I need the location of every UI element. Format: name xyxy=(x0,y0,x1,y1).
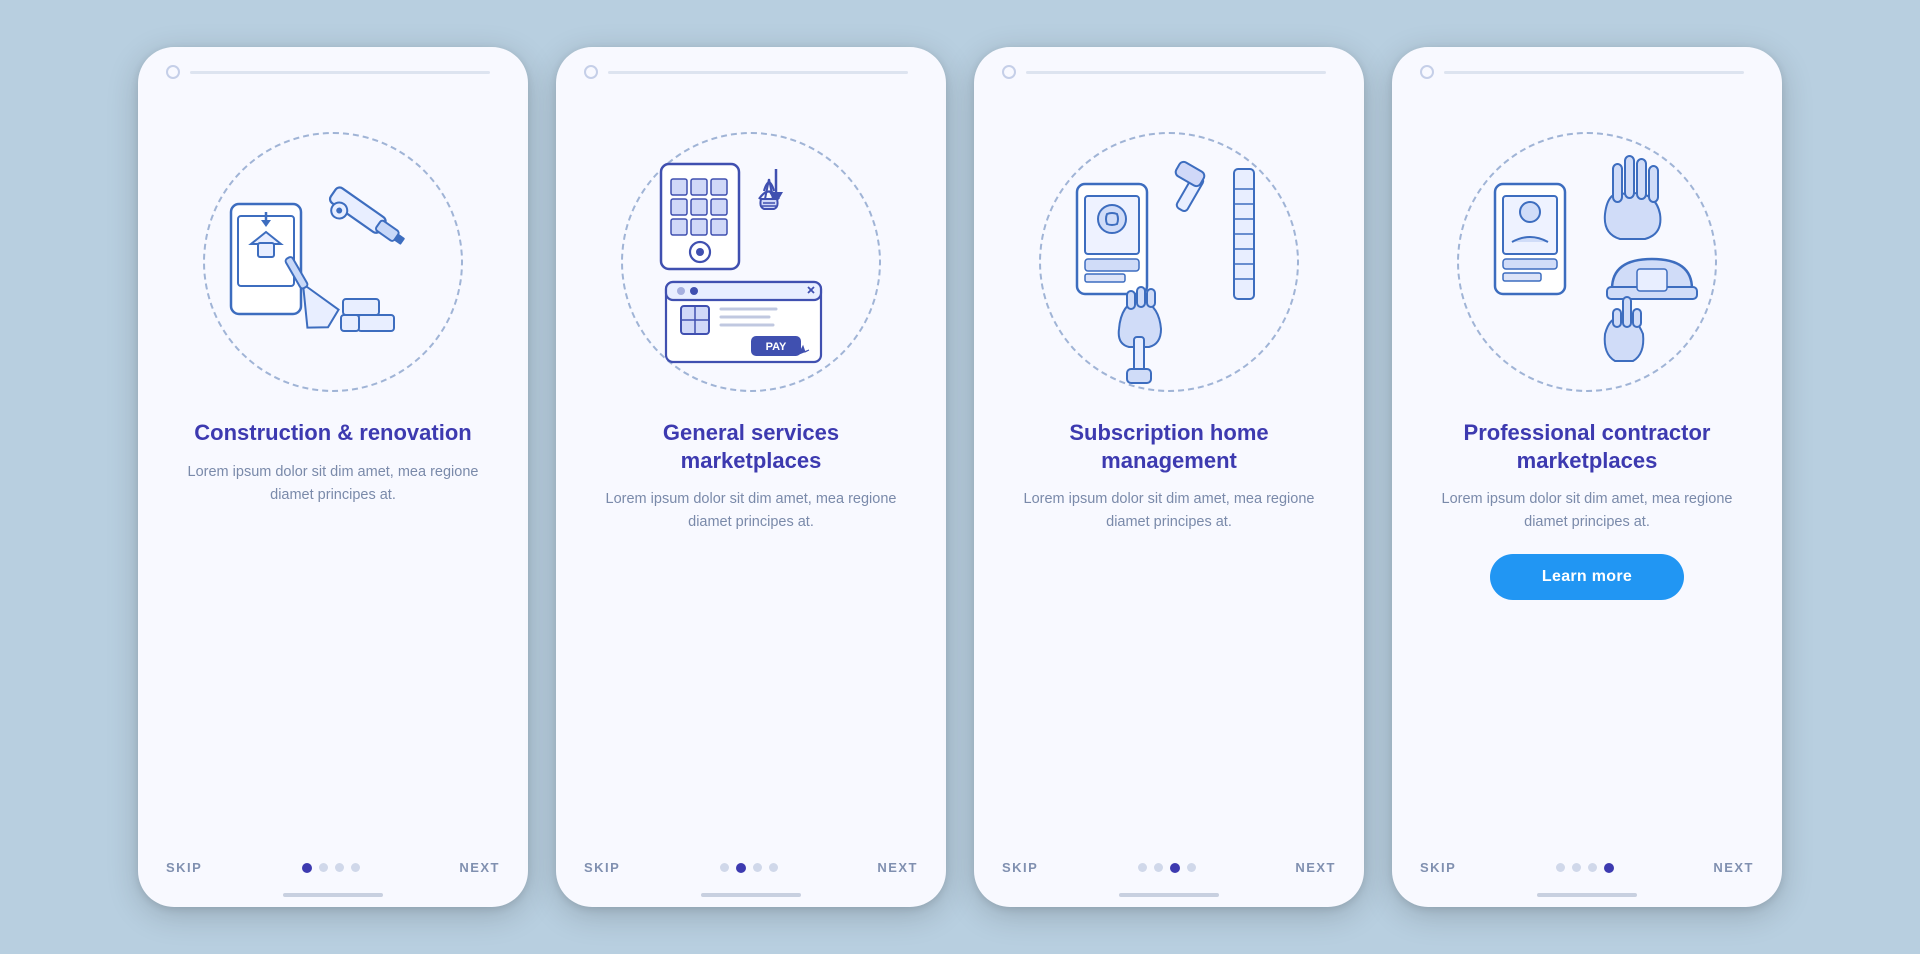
screens-container: Construction & renovation Lorem ipsum do… xyxy=(138,47,1782,907)
construction-icon xyxy=(203,124,463,384)
desc-3: Lorem ipsum dolor sit dim amet, mea regi… xyxy=(1008,488,1330,534)
content-4: Professional contractor marketplaces Lor… xyxy=(1392,409,1782,850)
dot-3-1 xyxy=(1154,863,1163,872)
next-4[interactable]: NEXT xyxy=(1713,860,1754,875)
dots-3 xyxy=(1138,863,1196,873)
desc-2: Lorem ipsum dolor sit dim amet, mea regi… xyxy=(590,488,912,534)
bottom-nav-4: SKIP NEXT xyxy=(1392,850,1782,893)
screen-4: Professional contractor marketplaces Lor… xyxy=(1392,47,1782,907)
content-3: Subscription home management Lorem ipsum… xyxy=(974,409,1364,850)
dot-3-0 xyxy=(1138,863,1147,872)
home-indicator-3 xyxy=(1119,893,1219,897)
learn-more-button[interactable]: Learn more xyxy=(1490,554,1684,600)
marketplace-icon: PAY xyxy=(621,124,881,384)
dot-1-0 xyxy=(302,863,312,873)
dot-2-1 xyxy=(736,863,746,873)
dot-2-2 xyxy=(753,863,762,872)
top-circle-3 xyxy=(1002,65,1016,79)
dot-1-2 xyxy=(335,863,344,872)
desc-1: Lorem ipsum dolor sit dim amet, mea regi… xyxy=(172,461,494,507)
top-bar-2 xyxy=(556,47,946,89)
top-circle-1 xyxy=(166,65,180,79)
illustration-1 xyxy=(138,89,528,409)
dots-1 xyxy=(302,863,360,873)
icon-group-2: PAY xyxy=(621,124,881,384)
dot-2-3 xyxy=(769,863,778,872)
dots-2 xyxy=(720,863,778,873)
skip-2[interactable]: SKIP xyxy=(584,860,620,875)
home-indicator-2 xyxy=(701,893,801,897)
title-1: Construction & renovation xyxy=(194,419,471,447)
title-4: Professional contractor marketplaces xyxy=(1426,419,1748,474)
illustration-4 xyxy=(1392,89,1782,409)
top-line-2 xyxy=(608,71,908,74)
dot-4-2 xyxy=(1588,863,1597,872)
desc-4: Lorem ipsum dolor sit dim amet, mea regi… xyxy=(1426,488,1748,534)
dot-1-1 xyxy=(319,863,328,872)
next-3[interactable]: NEXT xyxy=(1295,860,1336,875)
dot-2-0 xyxy=(720,863,729,872)
dot-4-0 xyxy=(1556,863,1565,872)
subscription-icon xyxy=(1039,124,1299,384)
illustration-3 xyxy=(974,89,1364,409)
bottom-nav-3: SKIP NEXT xyxy=(974,850,1364,893)
dot-3-2 xyxy=(1170,863,1180,873)
top-circle-4 xyxy=(1420,65,1434,79)
home-indicator-1 xyxy=(283,893,383,897)
icon-group-4 xyxy=(1457,124,1717,384)
icon-group-1 xyxy=(203,124,463,384)
top-bar-1 xyxy=(138,47,528,89)
bottom-nav-1: SKIP NEXT xyxy=(138,850,528,893)
dot-4-3 xyxy=(1604,863,1614,873)
bottom-nav-2: SKIP NEXT xyxy=(556,850,946,893)
svg-text:PAY: PAY xyxy=(766,341,787,353)
dot-1-3 xyxy=(351,863,360,872)
dots-4 xyxy=(1556,863,1614,873)
home-indicator-4 xyxy=(1537,893,1637,897)
dot-3-3 xyxy=(1187,863,1196,872)
skip-4[interactable]: SKIP xyxy=(1420,860,1456,875)
title-2: General services marketplaces xyxy=(590,419,912,474)
skip-3[interactable]: SKIP xyxy=(1002,860,1038,875)
icon-group-3 xyxy=(1039,124,1299,384)
content-2: General services marketplaces Lorem ipsu… xyxy=(556,409,946,850)
next-1[interactable]: NEXT xyxy=(459,860,500,875)
screen-3: Subscription home management Lorem ipsum… xyxy=(974,47,1364,907)
next-2[interactable]: NEXT xyxy=(877,860,918,875)
top-line-1 xyxy=(190,71,490,74)
top-line-4 xyxy=(1444,71,1744,74)
top-bar-4 xyxy=(1392,47,1782,89)
screen-1: Construction & renovation Lorem ipsum do… xyxy=(138,47,528,907)
screen-2: PAY General services marketplaces Lorem … xyxy=(556,47,946,907)
top-bar-3 xyxy=(974,47,1364,89)
content-1: Construction & renovation Lorem ipsum do… xyxy=(138,409,528,850)
top-line-3 xyxy=(1026,71,1326,74)
dot-4-1 xyxy=(1572,863,1581,872)
contractor-icon xyxy=(1457,124,1717,384)
title-3: Subscription home management xyxy=(1008,419,1330,474)
skip-1[interactable]: SKIP xyxy=(166,860,202,875)
illustration-2: PAY xyxy=(556,89,946,409)
top-circle-2 xyxy=(584,65,598,79)
